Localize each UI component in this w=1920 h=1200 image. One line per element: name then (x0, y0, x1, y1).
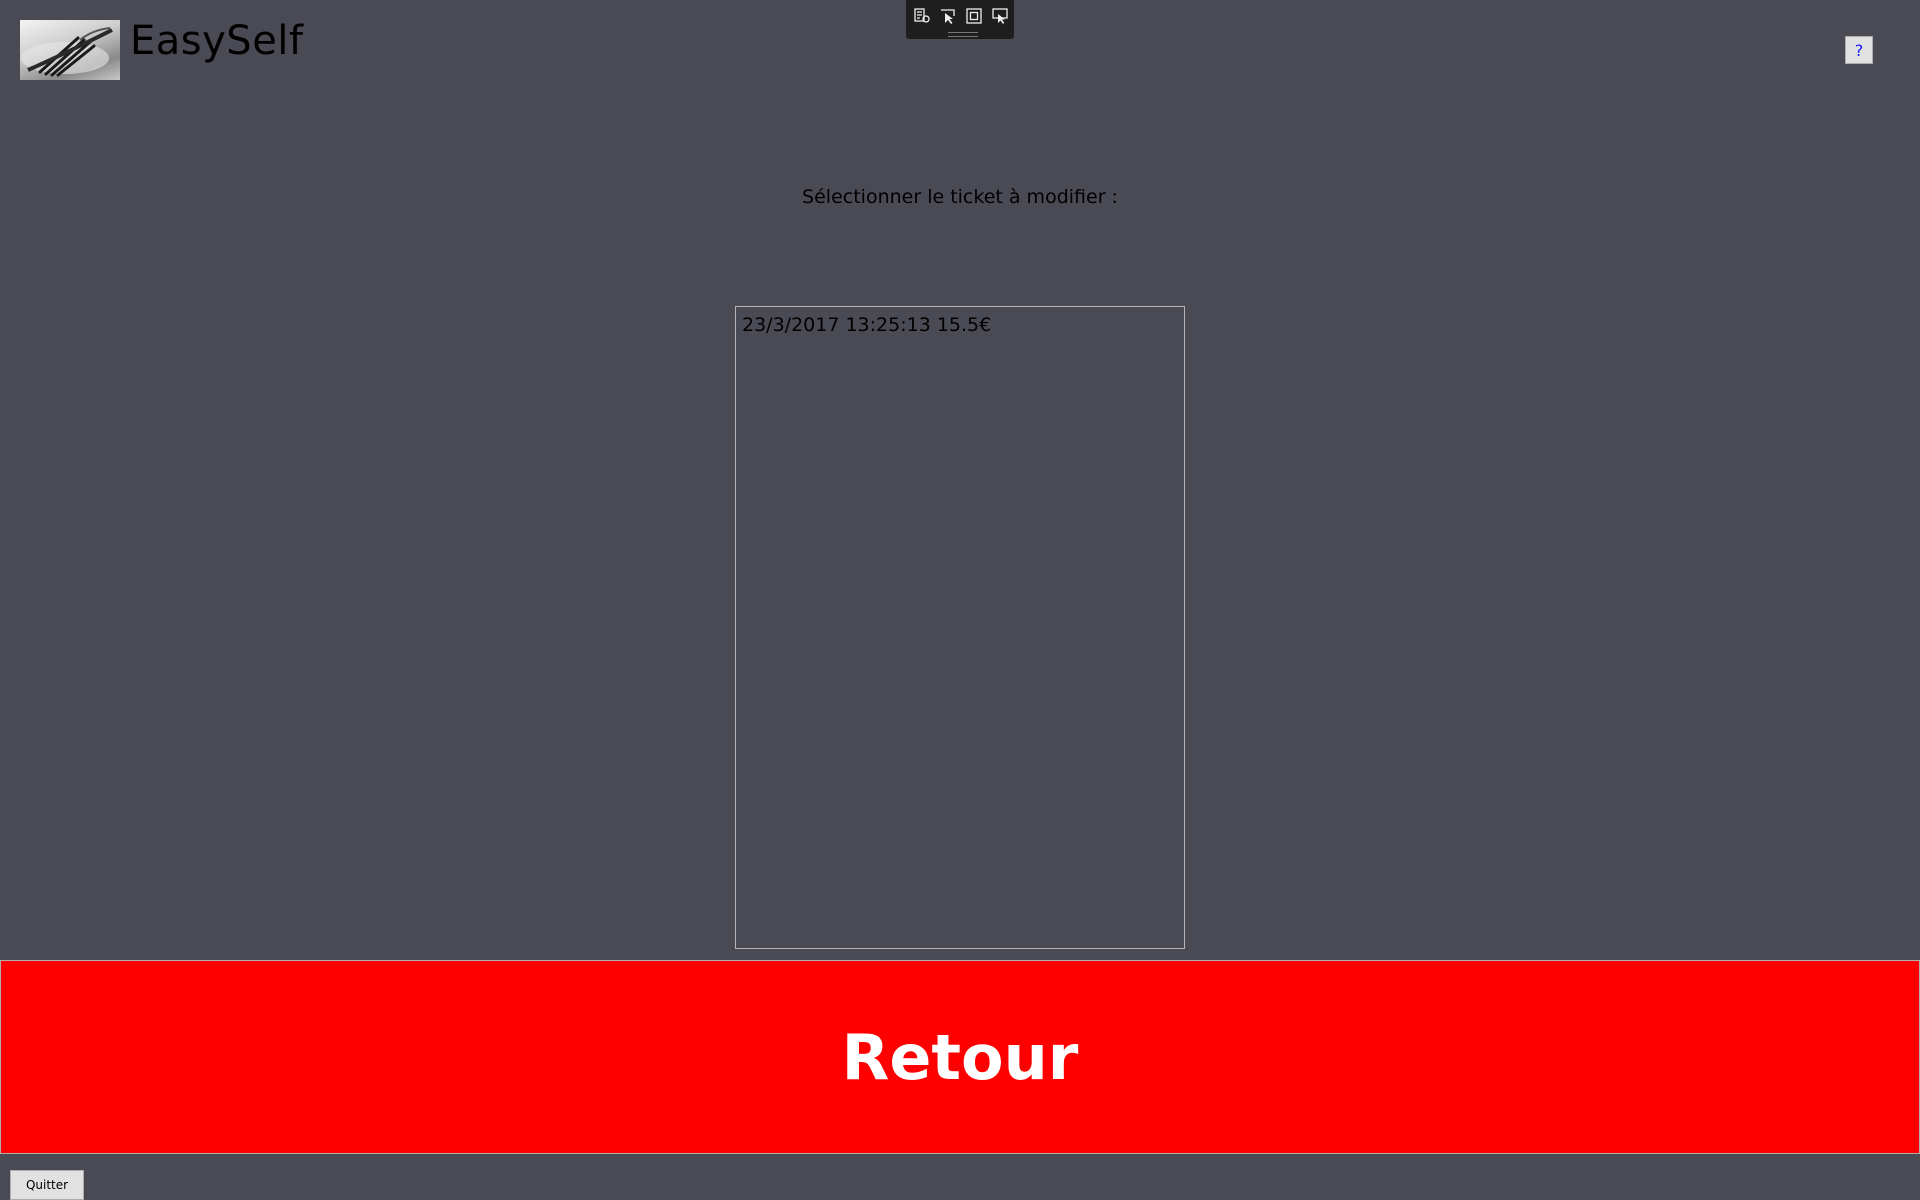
display-layout-adorners-icon[interactable] (964, 6, 984, 26)
ticket-listbox[interactable]: 23/3/2017 13:25:13 15.5€ (735, 306, 1185, 949)
quit-button[interactable]: Quitter (10, 1170, 84, 1200)
select-element-icon[interactable] (938, 6, 958, 26)
help-button[interactable]: ? (1845, 36, 1873, 64)
app-window: EasySelf ? Sélectionner le ticket à modi… (0, 0, 1920, 1200)
live-visual-tree-icon[interactable] (912, 6, 932, 26)
debug-toolbar (906, 0, 1014, 39)
toolbar-grip[interactable] (948, 32, 978, 37)
back-button[interactable]: Retour (0, 960, 1920, 1154)
list-item[interactable]: 23/3/2017 13:25:13 15.5€ (742, 313, 1178, 337)
track-focus-icon[interactable] (990, 6, 1010, 26)
page-prompt: Sélectionner le ticket à modifier : (802, 186, 1118, 208)
app-title: EasySelf (130, 18, 304, 64)
cutlery-fork-icon (20, 20, 120, 80)
